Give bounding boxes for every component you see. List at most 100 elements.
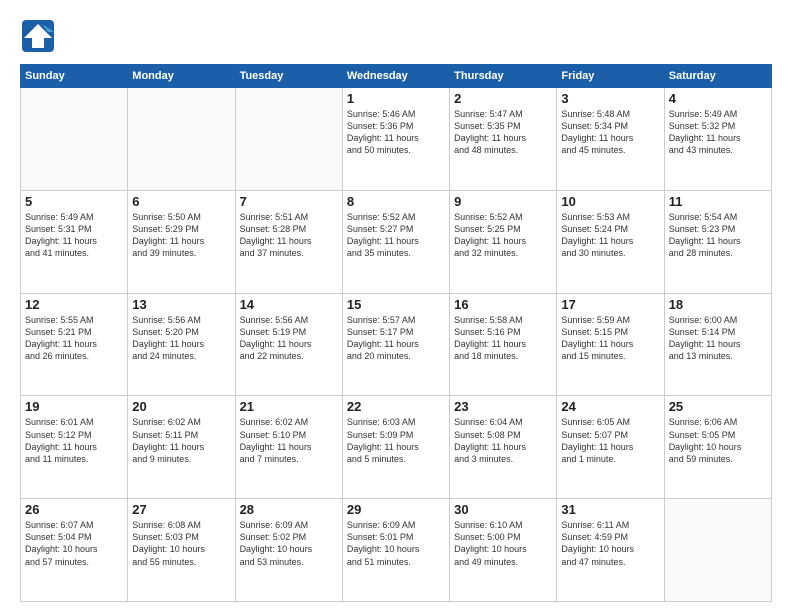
week-row-0: 1 Sunrise: 5:46 AM Sunset: 5:36 PM Daylig… [21, 88, 772, 191]
day-info: Sunrise: 5:46 AM Sunset: 5:36 PM Dayligh… [347, 108, 445, 157]
day-info: Sunrise: 5:57 AM Sunset: 5:17 PM Dayligh… [347, 314, 445, 363]
day-cell: 16Sunrise: 5:58 AM Sunset: 5:16 PM Dayli… [450, 293, 557, 396]
calendar-table: SundayMondayTuesdayWednesdayThursdayFrid… [20, 64, 772, 602]
day-cell [664, 499, 771, 602]
day-info: Sunrise: 6:09 AM Sunset: 5:01 PM Dayligh… [347, 519, 445, 568]
day-cell: 1 Sunrise: 5:46 AM Sunset: 5:36 PM Daylig… [342, 88, 449, 191]
logo [20, 18, 60, 54]
day-number: 5 [25, 194, 123, 209]
day-cell [128, 88, 235, 191]
week-row-2: 12 Sunrise: 5:55 AM Sunset: 5:21 PM Dayli… [21, 293, 772, 396]
day-cell: 26 Sunrise: 6:07 AM Sunset: 5:04 PM Dayli… [21, 499, 128, 602]
weekday-header-friday: Friday [557, 65, 664, 88]
day-number: 17 [561, 297, 659, 312]
week-row-3: 19 Sunrise: 6:01 AM Sunset: 5:12 PM Dayli… [21, 396, 772, 499]
day-cell: 5 Sunrise: 5:49 AM Sunset: 5:31 PM Daylig… [21, 190, 128, 293]
day-number: 27 [132, 502, 230, 517]
weekday-header-monday: Monday [128, 65, 235, 88]
day-info: Sunrise: 6:00 AM Sunset: 5:14 PM Dayligh… [669, 314, 767, 363]
day-number: 12 [25, 297, 123, 312]
day-info: Sunrise: 5:53 AM Sunset: 5:24 PM Dayligh… [561, 211, 659, 260]
day-info: Sunrise: 6:04 AM Sunset: 5:08 PM Dayligh… [454, 416, 552, 465]
day-info: Sunrise: 6:01 AM Sunset: 5:12 PM Dayligh… [25, 416, 123, 465]
day-cell: 19 Sunrise: 6:01 AM Sunset: 5:12 PM Dayli… [21, 396, 128, 499]
day-info: Sunrise: 6:02 AM Sunset: 5:11 PM Dayligh… [132, 416, 230, 465]
day-info: Sunrise: 5:52 AM Sunset: 5:27 PM Dayligh… [347, 211, 445, 260]
day-cell: 4 Sunrise: 5:49 AM Sunset: 5:32 PM Daylig… [664, 88, 771, 191]
day-number: 28 [240, 502, 338, 517]
day-cell: 2Sunrise: 5:47 AM Sunset: 5:35 PM Daylig… [450, 88, 557, 191]
day-cell: 9 Sunrise: 5:52 AM Sunset: 5:25 PM Daylig… [450, 190, 557, 293]
day-cell: 12 Sunrise: 5:55 AM Sunset: 5:21 PM Dayli… [21, 293, 128, 396]
day-number: 7 [240, 194, 338, 209]
day-number: 23 [454, 399, 552, 414]
day-cell: 22Sunrise: 6:03 AM Sunset: 5:09 PM Dayli… [342, 396, 449, 499]
day-cell [235, 88, 342, 191]
weekday-header-thursday: Thursday [450, 65, 557, 88]
day-number: 15 [347, 297, 445, 312]
day-cell: 15 Sunrise: 5:57 AM Sunset: 5:17 PM Dayli… [342, 293, 449, 396]
day-info: Sunrise: 5:59 AM Sunset: 5:15 PM Dayligh… [561, 314, 659, 363]
day-cell: 25 Sunrise: 6:06 AM Sunset: 5:05 PM Dayli… [664, 396, 771, 499]
day-cell: 24Sunrise: 6:05 AM Sunset: 5:07 PM Dayli… [557, 396, 664, 499]
day-cell: 20 Sunrise: 6:02 AM Sunset: 5:11 PM Dayli… [128, 396, 235, 499]
day-info: Sunrise: 6:09 AM Sunset: 5:02 PM Dayligh… [240, 519, 338, 568]
day-info: Sunrise: 6:02 AM Sunset: 5:10 PM Dayligh… [240, 416, 338, 465]
weekday-header-sunday: Sunday [21, 65, 128, 88]
week-row-4: 26 Sunrise: 6:07 AM Sunset: 5:04 PM Dayli… [21, 499, 772, 602]
day-number: 3 [561, 91, 659, 106]
day-number: 30 [454, 502, 552, 517]
day-number: 29 [347, 502, 445, 517]
weekday-header-tuesday: Tuesday [235, 65, 342, 88]
day-info: Sunrise: 5:55 AM Sunset: 5:21 PM Dayligh… [25, 314, 123, 363]
day-info: Sunrise: 6:07 AM Sunset: 5:04 PM Dayligh… [25, 519, 123, 568]
day-number: 8 [347, 194, 445, 209]
day-info: Sunrise: 5:50 AM Sunset: 5:29 PM Dayligh… [132, 211, 230, 260]
day-number: 9 [454, 194, 552, 209]
day-number: 6 [132, 194, 230, 209]
day-cell: 21Sunrise: 6:02 AM Sunset: 5:10 PM Dayli… [235, 396, 342, 499]
day-info: Sunrise: 5:48 AM Sunset: 5:34 PM Dayligh… [561, 108, 659, 157]
day-info: Sunrise: 6:10 AM Sunset: 5:00 PM Dayligh… [454, 519, 552, 568]
day-cell: 8 Sunrise: 5:52 AM Sunset: 5:27 PM Daylig… [342, 190, 449, 293]
page: SundayMondayTuesdayWednesdayThursdayFrid… [0, 0, 792, 612]
day-info: Sunrise: 5:49 AM Sunset: 5:31 PM Dayligh… [25, 211, 123, 260]
day-cell: 10 Sunrise: 5:53 AM Sunset: 5:24 PM Dayli… [557, 190, 664, 293]
day-number: 2 [454, 91, 552, 106]
day-info: Sunrise: 5:56 AM Sunset: 5:19 PM Dayligh… [240, 314, 338, 363]
day-cell: 17 Sunrise: 5:59 AM Sunset: 5:15 PM Dayli… [557, 293, 664, 396]
day-info: Sunrise: 5:54 AM Sunset: 5:23 PM Dayligh… [669, 211, 767, 260]
day-number: 11 [669, 194, 767, 209]
day-cell [21, 88, 128, 191]
day-cell: 31Sunrise: 6:11 AM Sunset: 4:59 PM Dayli… [557, 499, 664, 602]
day-number: 19 [25, 399, 123, 414]
day-number: 26 [25, 502, 123, 517]
day-cell: 27 Sunrise: 6:08 AM Sunset: 5:03 PM Dayli… [128, 499, 235, 602]
day-number: 18 [669, 297, 767, 312]
day-cell: 23 Sunrise: 6:04 AM Sunset: 5:08 PM Dayli… [450, 396, 557, 499]
day-number: 20 [132, 399, 230, 414]
day-info: Sunrise: 6:06 AM Sunset: 5:05 PM Dayligh… [669, 416, 767, 465]
week-row-1: 5 Sunrise: 5:49 AM Sunset: 5:31 PM Daylig… [21, 190, 772, 293]
day-number: 25 [669, 399, 767, 414]
day-number: 4 [669, 91, 767, 106]
day-number: 14 [240, 297, 338, 312]
day-cell: 28 Sunrise: 6:09 AM Sunset: 5:02 PM Dayli… [235, 499, 342, 602]
header [20, 18, 772, 54]
day-info: Sunrise: 5:49 AM Sunset: 5:32 PM Dayligh… [669, 108, 767, 157]
day-number: 13 [132, 297, 230, 312]
day-info: Sunrise: 6:08 AM Sunset: 5:03 PM Dayligh… [132, 519, 230, 568]
day-info: Sunrise: 6:11 AM Sunset: 4:59 PM Dayligh… [561, 519, 659, 568]
day-cell: 18 Sunrise: 6:00 AM Sunset: 5:14 PM Dayli… [664, 293, 771, 396]
day-number: 1 [347, 91, 445, 106]
day-info: Sunrise: 5:56 AM Sunset: 5:20 PM Dayligh… [132, 314, 230, 363]
day-cell: 3 Sunrise: 5:48 AM Sunset: 5:34 PM Daylig… [557, 88, 664, 191]
day-number: 10 [561, 194, 659, 209]
day-info: Sunrise: 5:52 AM Sunset: 5:25 PM Dayligh… [454, 211, 552, 260]
day-number: 22 [347, 399, 445, 414]
day-cell: 11 Sunrise: 5:54 AM Sunset: 5:23 PM Dayli… [664, 190, 771, 293]
weekday-header-row: SundayMondayTuesdayWednesdayThursdayFrid… [21, 65, 772, 88]
day-info: Sunrise: 5:58 AM Sunset: 5:16 PM Dayligh… [454, 314, 552, 363]
day-cell: 29 Sunrise: 6:09 AM Sunset: 5:01 PM Dayli… [342, 499, 449, 602]
day-info: Sunrise: 5:51 AM Sunset: 5:28 PM Dayligh… [240, 211, 338, 260]
